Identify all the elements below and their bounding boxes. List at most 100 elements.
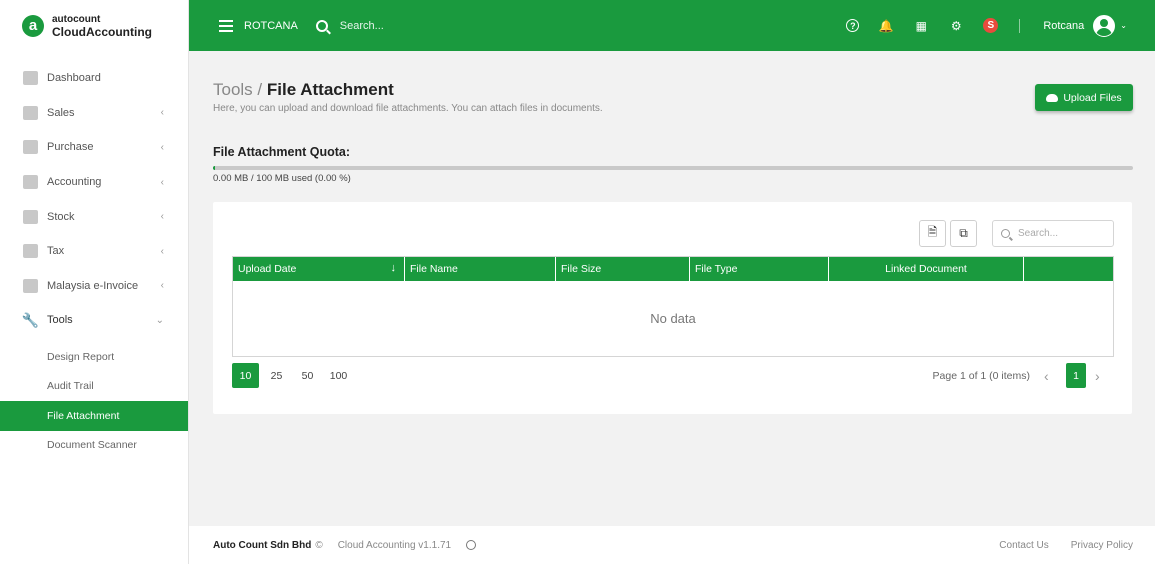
gear-icon[interactable]: ⚙: [948, 18, 964, 34]
sidebar-item-sales[interactable]: Sales ‹: [0, 96, 188, 131]
column-header-upload-date[interactable]: Upload Date ↓: [233, 257, 405, 281]
sidebar-item-dashboard[interactable]: Dashboard: [0, 61, 188, 96]
quota-progress-fill: [213, 166, 215, 170]
copyright-symbol: ©: [315, 539, 323, 551]
footer-company: Auto Count Sdn Bhd: [213, 539, 312, 551]
next-page-icon[interactable]: ›: [1095, 368, 1100, 384]
search-icon: [315, 19, 328, 32]
page-subtitle: Here, you can upload and download file a…: [213, 103, 603, 114]
tools-submenu: Design Report Audit Trail File Attachmen…: [0, 342, 188, 460]
quota-progress-bar: [213, 166, 1133, 170]
page-size-100[interactable]: 100: [325, 363, 352, 388]
top-bar: ROTCANA ? 🔔 ▦ ⚙ S Rotcana ⌄: [189, 0, 1155, 51]
pager: 10 25 50 100 Page 1 of 1 (0 items) ‹ 1 ›: [232, 363, 1114, 388]
logo-bottom-text: CloudAccounting: [52, 24, 152, 39]
xlsx-export-icon: 🗎: [927, 225, 938, 239]
sidebar-item-tools[interactable]: 🔧 Tools ⌄: [0, 303, 188, 338]
global-search-input[interactable]: [339, 19, 540, 32]
column-chooser-icon: ⧉: [959, 226, 968, 240]
chevron-left-icon: ‹: [160, 245, 164, 257]
sidebar-item-purchase[interactable]: Purchase ‹: [0, 130, 188, 165]
attachments-card: 🗎 ⧉ Upload Date ↓ File Name File Size Fi…: [213, 202, 1132, 414]
upload-files-label: Upload Files: [1063, 91, 1122, 104]
sidebar-nav: Dashboard Sales ‹ Purchase ‹ Accounting …: [0, 61, 188, 338]
search-icon: [1001, 229, 1010, 238]
sidebar-item-label: Tools: [47, 314, 73, 327]
submenu-item-audit-trail[interactable]: Audit Trail: [0, 371, 188, 401]
contact-us-link[interactable]: Contact Us: [999, 540, 1048, 551]
column-header-file-type[interactable]: File Type: [690, 257, 829, 281]
sidebar-item-label: Dashboard: [47, 72, 101, 85]
sort-descending-icon: ↓: [390, 262, 397, 274]
bell-icon[interactable]: 🔔: [878, 18, 894, 34]
app-version: Cloud Accounting v1.1.71: [337, 539, 452, 551]
quota-title: File Attachment Quota:: [213, 145, 351, 159]
logo-top-text: autocount: [52, 13, 101, 25]
sidebar-item-label: Tax: [47, 245, 65, 258]
footer: Auto Count Sdn Bhd © Cloud Accounting v1…: [189, 526, 1155, 564]
sidebar-item-label: Accounting: [47, 176, 102, 189]
globe-icon[interactable]: [466, 540, 477, 550]
chevron-left-icon: ‹: [160, 176, 164, 188]
chevron-left-icon: ‹: [160, 141, 164, 153]
page-title: File Attachment: [266, 80, 394, 99]
column-header-file-size[interactable]: File Size: [556, 257, 690, 281]
grid-search-input[interactable]: [1018, 228, 1108, 239]
cloud-upload-icon: [1046, 93, 1059, 102]
stock-icon: [22, 209, 39, 225]
sidebar-item-label: Sales: [47, 106, 75, 119]
prev-page-icon[interactable]: ‹: [1044, 368, 1049, 384]
quota-usage-text: 0.00 MB / 100 MB used (0.00 %): [213, 173, 351, 184]
upload-files-button[interactable]: Upload Files: [1035, 84, 1133, 111]
page-info: Page 1 of 1 (0 items): [932, 369, 1030, 382]
username[interactable]: Rotcana: [1043, 20, 1084, 32]
status-badge[interactable]: S: [983, 18, 999, 33]
privacy-policy-link[interactable]: Privacy Policy: [1071, 540, 1133, 551]
breadcrumb: Tools / File Attachment: [213, 80, 603, 100]
chevron-left-icon: ‹: [160, 107, 164, 119]
column-chooser-button[interactable]: ⧉: [950, 220, 977, 247]
page-size-50[interactable]: 50: [294, 363, 321, 388]
table-header: Upload Date ↓ File Name File Size File T…: [233, 257, 1113, 281]
grid-search: [992, 220, 1114, 247]
help-icon[interactable]: ?: [846, 19, 860, 32]
export-xlsx-button[interactable]: 🗎: [919, 220, 946, 247]
page-size-10[interactable]: 10: [232, 363, 259, 388]
sales-icon: [22, 105, 39, 121]
sidebar-item-stock[interactable]: Stock ‹: [0, 199, 188, 234]
attachments-table: Upload Date ↓ File Name File Size File T…: [232, 256, 1114, 357]
breadcrumb-parent[interactable]: Tools: [213, 80, 253, 99]
purchase-icon: [22, 139, 39, 155]
quota-section: File Attachment Quota: 0.00 MB / 100 MB …: [213, 145, 1133, 184]
sidebar-item-label: Malaysia e-Invoice: [47, 279, 139, 292]
sidebar-item-label: Stock: [47, 210, 75, 223]
apps-grid-icon[interactable]: ▦: [913, 18, 929, 34]
brand-logo[interactable]: a autocount CloudAccounting: [0, 0, 188, 51]
avatar[interactable]: [1093, 14, 1116, 37]
sidebar-item-label: Purchase: [47, 141, 94, 154]
tax-icon: [22, 243, 39, 259]
wrench-icon: 🔧: [21, 311, 40, 328]
submenu-item-document-scanner[interactable]: Document Scanner: [0, 431, 188, 461]
chevron-down-icon[interactable]: ⌄: [1120, 21, 1127, 30]
sidebar-item-einvoice[interactable]: Malaysia e-Invoice ‹: [0, 269, 188, 304]
menu-toggle-icon[interactable]: [219, 19, 233, 32]
submenu-item-design-report[interactable]: Design Report: [0, 342, 188, 372]
chevron-left-icon: ‹: [160, 211, 164, 223]
column-header-actions: [1024, 257, 1113, 281]
page-number-button[interactable]: 1: [1066, 363, 1086, 388]
chevron-left-icon: ‹: [160, 280, 164, 292]
sidebar-item-tax[interactable]: Tax ‹: [0, 234, 188, 269]
submenu-item-file-attachment[interactable]: File Attachment: [0, 400, 188, 431]
divider: [1019, 18, 1021, 33]
table-empty-state: No data: [650, 311, 696, 326]
accounting-icon: [22, 174, 39, 190]
page-size-25[interactable]: 25: [263, 363, 290, 388]
column-header-file-name[interactable]: File Name: [405, 257, 556, 281]
column-header-linked-document[interactable]: Linked Document: [829, 257, 1024, 281]
einvoice-icon: [22, 278, 39, 294]
logo-mark: a: [22, 14, 44, 37]
sidebar: a autocount CloudAccounting Dashboard Sa…: [0, 0, 189, 564]
company-name[interactable]: ROTCANA: [244, 20, 298, 32]
sidebar-item-accounting[interactable]: Accounting ‹: [0, 165, 188, 200]
